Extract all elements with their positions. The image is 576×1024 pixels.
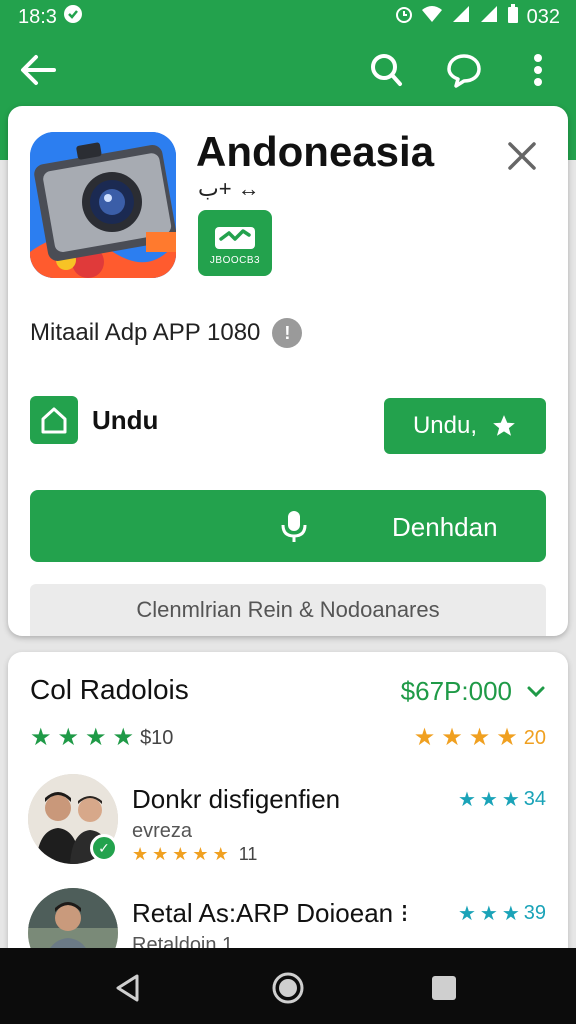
- system-navigation-bar: [0, 948, 576, 1024]
- secondary-label: Clenmlrian Rein & Nodoanares: [136, 597, 440, 622]
- review-stars: ★ ★ ★ ★ ★ 11: [132, 844, 257, 865]
- handshake-icon: [215, 226, 255, 249]
- more-vert-icon: [534, 54, 542, 86]
- review-stars-count: 11: [238, 844, 258, 864]
- app-detail-card: Andoneasia ب+ ↔ JBOOCB3 Mitaail Adp APP …: [8, 106, 568, 636]
- undu-row[interactable]: Undu: [30, 396, 158, 444]
- app-name: Andoneasia: [196, 128, 435, 175]
- app-icon[interactable]: [30, 132, 176, 278]
- star-icon: ★: [212, 844, 229, 864]
- signal-icon: [451, 5, 471, 29]
- app-meta-text: Mitaail Adp APP 1080: [30, 319, 261, 346]
- star-icon: ★: [479, 788, 498, 811]
- chevron-down-icon: [527, 686, 545, 697]
- triangle-back-icon: [116, 974, 139, 1002]
- badge-label: JBOOCB3: [209, 254, 261, 266]
- chat-button[interactable]: [442, 48, 486, 92]
- review-score: ★ ★ ★ 34: [458, 788, 546, 811]
- review-item[interactable]: ✓ Donkr disfigenfien evreza ★ ★ ★ ★ ★ 11…: [28, 774, 548, 870]
- secondary-button[interactable]: Clenmlrian Rein & Nodoanares: [30, 584, 546, 636]
- circle-home-icon: [272, 972, 304, 1004]
- reviewer-subtitle: evreza: [132, 820, 193, 842]
- price-value: $67P:000: [400, 676, 512, 706]
- home-icon: [30, 396, 78, 444]
- section-title: Col Radolois: [30, 674, 189, 705]
- star-icon: ★: [57, 724, 80, 751]
- app-meta-line: Mitaail Adp APP 1080 !: [30, 318, 303, 348]
- right-rating: ★ ★ ★ ★ 20: [414, 726, 546, 750]
- star-icon: ★: [468, 724, 491, 751]
- more-menu-button[interactable]: [516, 48, 560, 92]
- close-button[interactable]: [502, 136, 542, 176]
- info-icon[interactable]: !: [272, 318, 303, 348]
- price-dropdown[interactable]: $67P:000: [401, 676, 546, 707]
- search-button[interactable]: [364, 48, 408, 92]
- app-subtitle: ب+ ↔: [198, 176, 260, 201]
- microphone-icon: [281, 511, 307, 542]
- undu-star-button[interactable]: Undu,: [384, 398, 546, 454]
- back-button[interactable]: [16, 48, 60, 92]
- nav-back-button[interactable]: [106, 966, 150, 1010]
- reviewer-name: Donkr disfigenfien: [132, 784, 341, 814]
- arrow-left-icon: [21, 55, 56, 85]
- star-icon: ★: [192, 844, 209, 864]
- undu-button-label: Undu,: [412, 412, 478, 439]
- review-score-value: 39: [523, 902, 546, 924]
- notification-icon: [63, 4, 83, 30]
- undu-label: Undu: [92, 404, 159, 435]
- star-icon: ★: [413, 724, 436, 751]
- star-icon: ★: [501, 788, 520, 811]
- review-score-value: 34: [523, 788, 546, 810]
- close-icon: [508, 142, 536, 170]
- star-icon: ★: [85, 724, 107, 751]
- reviewer-name: Retal As:ARP Doioean ⁝: [132, 898, 409, 928]
- star-icon: ★: [152, 844, 169, 864]
- star-icon: ★: [172, 844, 189, 864]
- star-icon: ★: [441, 724, 463, 751]
- wifi-icon: [421, 5, 443, 29]
- search-icon: [371, 54, 402, 86]
- star-icon: ★: [112, 724, 135, 751]
- status-time: 18:3: [18, 5, 57, 28]
- verified-check-icon: ✓: [90, 834, 118, 862]
- camera-icon: [30, 132, 176, 278]
- star-icon: ★: [457, 788, 476, 811]
- battery-level: 032: [526, 5, 560, 28]
- star-icon: ★: [132, 844, 149, 864]
- nav-home-button[interactable]: [266, 966, 310, 1010]
- download-button[interactable]: Denhdan: [30, 490, 546, 562]
- star-icon: ★: [479, 902, 498, 925]
- left-rating: ★ ★ ★ ★ $10: [30, 726, 173, 750]
- status-bar: 18:3 032: [0, 0, 576, 34]
- toolbar: [0, 40, 576, 100]
- star-icon: ★: [457, 902, 476, 925]
- signal-icon-2: [479, 5, 499, 29]
- alarm-icon: [395, 4, 413, 30]
- battery-icon: [507, 4, 519, 30]
- chat-bubble-icon: [447, 54, 481, 88]
- nav-recents-button[interactable]: [422, 966, 466, 1010]
- right-rating-value: 20: [523, 726, 546, 749]
- download-label: Denhdan: [392, 512, 498, 542]
- star-icon: [493, 415, 515, 436]
- review-score: ★ ★ ★ 39: [458, 902, 546, 925]
- star-icon: ★: [496, 724, 518, 751]
- star-icon: ★: [30, 724, 52, 751]
- developer-badge: JBOOCB3: [198, 210, 272, 276]
- left-rating-value: $10: [140, 726, 174, 749]
- star-icon: ★: [501, 902, 520, 925]
- square-recents-icon: [432, 976, 456, 1000]
